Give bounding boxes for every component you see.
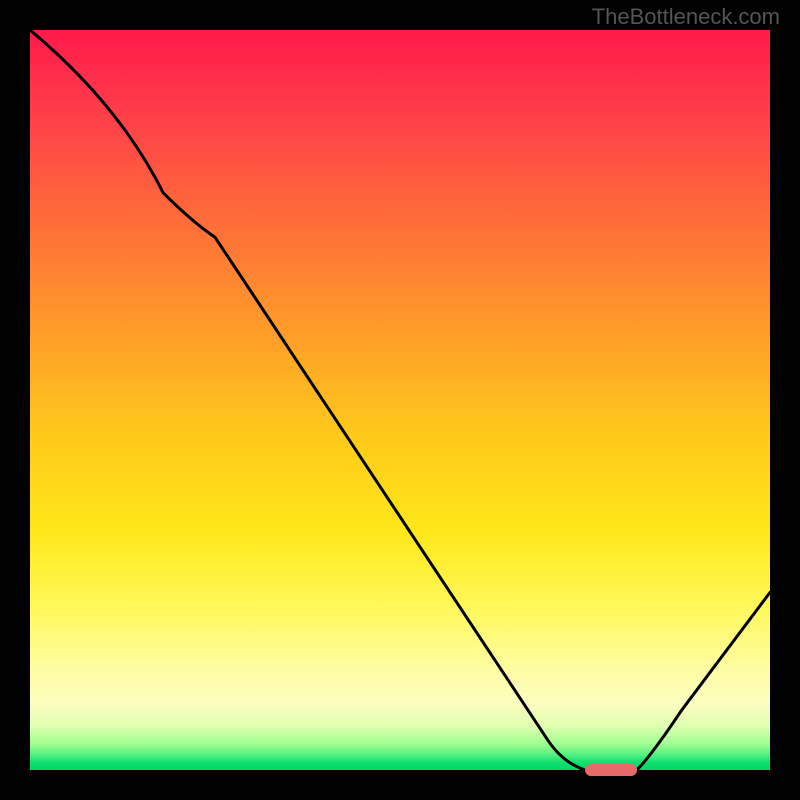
chart-container: TheBottleneck.com: [0, 0, 800, 800]
floor-marker: [585, 764, 637, 776]
curve-svg: [30, 30, 770, 770]
watermark-text: TheBottleneck.com: [592, 4, 780, 30]
curve-line: [30, 30, 770, 770]
